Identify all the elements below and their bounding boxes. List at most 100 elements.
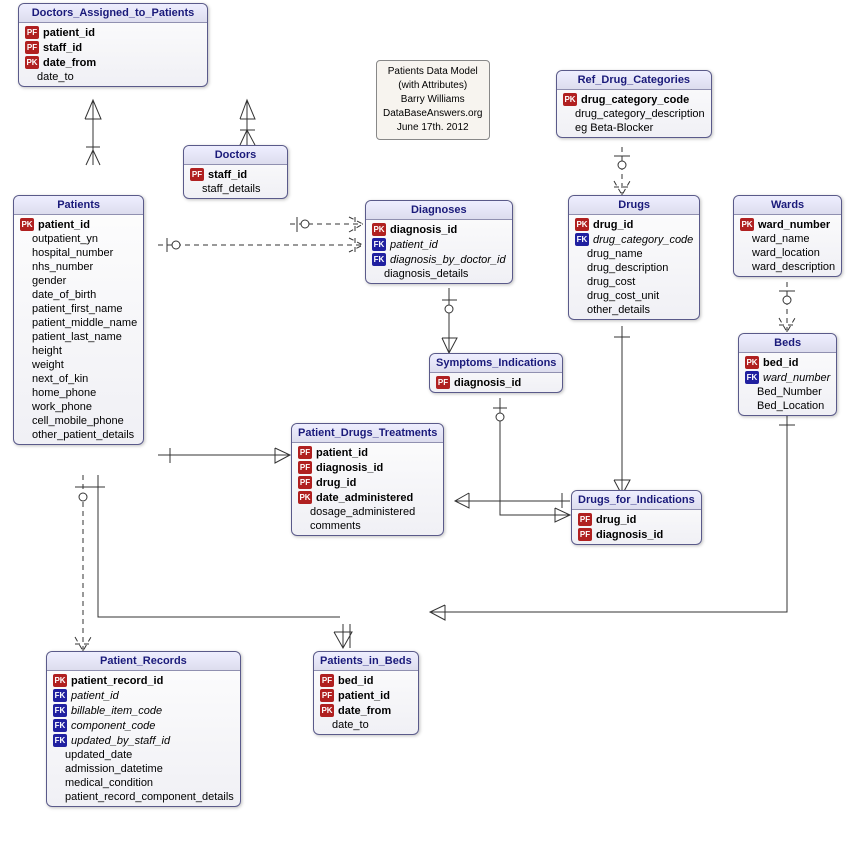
field-row: height [14,344,143,358]
entity-title: Diagnoses [366,201,512,220]
key-icon: PK [20,218,34,231]
field-row: updated_date [47,748,240,762]
field-row: PKbed_id [739,355,836,370]
field-name: comments [310,520,361,532]
field-row: FKpatient_id [47,688,240,703]
field-row: PFstaff_id [19,40,207,55]
field-row: eg Beta-Blocker [557,121,711,135]
key-icon: PF [436,376,450,389]
key-icon: PK [575,218,589,231]
note-line: DataBaseAnswers.org [383,107,483,121]
entity-symptoms-indications: Symptoms_Indications PFdiagnosis_id [429,353,563,393]
field-row: outpatient_yn [14,232,143,246]
field-row: FKward_number [739,370,836,385]
field-row: drug_category_description [557,107,711,121]
field-name: bed_id [338,675,373,687]
entity-drugs-for-indications: Drugs_for_Indications PFdrug_idPFdiagnos… [571,490,702,545]
field-name: diagnosis_id [390,224,457,236]
field-name: drug_category_code [581,94,689,106]
entity-body: PFpatient_idPFdiagnosis_idPFdrug_idPKdat… [292,443,443,535]
field-row: PFdrug_id [572,512,701,527]
field-row: ward_name [734,232,841,246]
field-row: medical_condition [47,776,240,790]
field-row: patient_last_name [14,330,143,344]
field-row: date_to [19,70,207,84]
field-name: next_of_kin [32,373,88,385]
key-icon: PK [298,491,312,504]
field-row: ward_description [734,260,841,274]
entity-body: PFdiagnosis_id [430,373,562,392]
field-name: medical_condition [65,777,153,789]
field-name: patient_id [338,690,390,702]
field-name: date_from [338,705,391,717]
field-name: drug_cost_unit [587,290,659,302]
entity-title: Symptoms_Indications [430,354,562,373]
field-name: nhs_number [32,261,93,273]
field-row: gender [14,274,143,288]
entity-body: PK drug_category_codedrug_category_descri… [557,90,711,137]
field-row: PFbed_id [314,673,418,688]
field-row: staff_details [184,182,287,196]
entity-diagnoses: Diagnoses PKdiagnosis_idFKpatient_idFKdi… [365,200,513,284]
field-row: PKdate_from [19,55,207,70]
field-name: diagnosis_id [316,462,383,474]
field-name: hospital_number [32,247,113,259]
entity-body: PKpatient_record_idFKpatient_idFKbillabl… [47,671,240,806]
note-line: (with Attributes) [383,79,483,93]
entity-patient-records: Patient_Records PKpatient_record_idFKpat… [46,651,241,807]
entity-doctors: Doctors PFstaff_idstaff_details [183,145,288,199]
entity-title: Patient_Drugs_Treatments [292,424,443,443]
entity-body: PFstaff_idstaff_details [184,165,287,198]
key-icon: PK [320,704,334,717]
key-icon: PK [745,356,759,369]
field-row: PK date_from [314,703,418,718]
field-name: diagnosis_by_doctor_id [390,254,506,266]
entity-title: Drugs [569,196,699,215]
field-row: FKdrug_category_code [569,232,699,247]
entity-body: PFbed_idPFpatient_idPK date_from date_to [314,671,418,734]
field-row: other_details [569,303,699,317]
field-row: PFstaff_id [184,167,287,182]
key-icon: PK [563,93,577,106]
field-name: ward_name [752,233,809,245]
field-name: eg Beta-Blocker [575,122,653,134]
field-name: gender [32,275,66,287]
field-name: staff_id [208,169,247,181]
field-row: patient_middle_name [14,316,143,330]
field-name: drug_name [587,248,643,260]
key-icon: PF [298,476,312,489]
field-row: FKcomponent_code [47,718,240,733]
field-name: ward_number [758,219,830,231]
note-line: June 17th. 2012 [383,121,483,135]
field-row: weight [14,358,143,372]
field-row: PK patient_id [14,217,143,232]
field-row: FKpatient_id [366,237,512,252]
field-name: staff_id [43,42,82,54]
field-row: PFdiagnosis_id [292,460,443,475]
field-row: patient_first_name [14,302,143,316]
field-row: other_patient_details [14,428,143,442]
entity-drugs: Drugs PKdrug_idFKdrug_category_codedrug_… [568,195,700,320]
field-row: PFpatient_id [314,688,418,703]
field-name: drug_id [593,219,633,231]
field-name: component_code [71,720,155,732]
field-row: date_to [314,718,418,732]
field-row: PFpatient_id [19,25,207,40]
field-row: PFdrug_id [292,475,443,490]
field-name: other_details [587,304,650,316]
field-name: ward_description [752,261,835,273]
field-row: PK drug_category_code [557,92,711,107]
field-row: diagnosis_details [366,267,512,281]
entity-body: PKward_numberward_nameward_locationward_… [734,215,841,276]
field-row: PKpatient_record_id [47,673,240,688]
field-name: patient_id [38,219,90,231]
field-name: home_phone [32,387,96,399]
field-row: FKdiagnosis_by_doctor_id [366,252,512,267]
entity-title: Wards [734,196,841,215]
field-name: drug_cost [587,276,635,288]
field-name: date_to [332,719,369,731]
field-name: drug_description [587,262,668,274]
diagram-note: Patients Data Model (with Attributes) Ba… [376,60,490,140]
field-name: ward_location [752,247,820,259]
field-name: patient_id [390,239,438,251]
